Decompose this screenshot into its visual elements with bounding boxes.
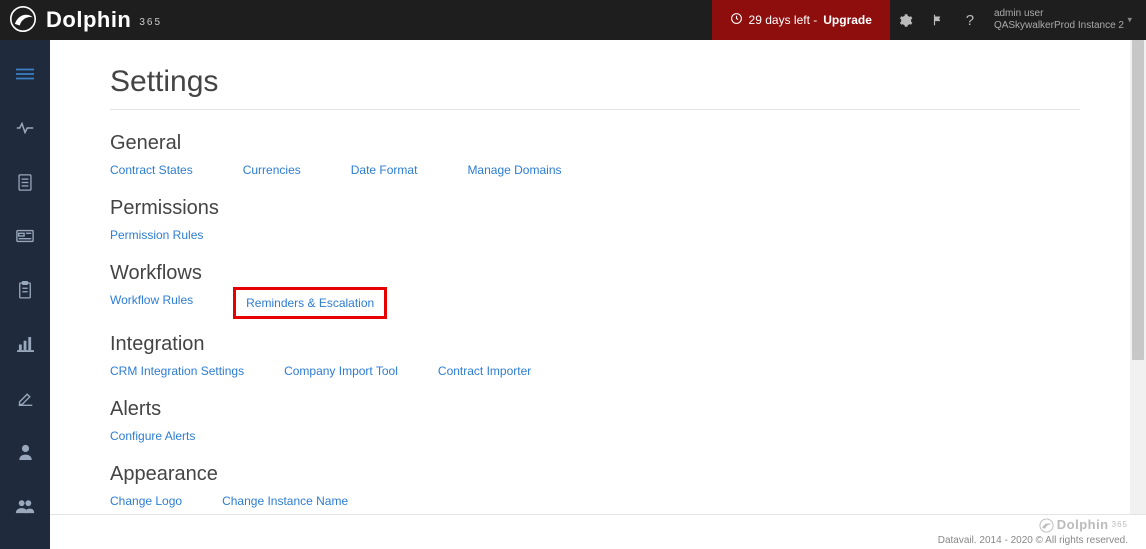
link-change-instance-name[interactable]: Change Instance Name: [222, 494, 348, 508]
link-configure-alerts[interactable]: Configure Alerts: [110, 429, 195, 443]
link-company-import-tool[interactable]: Company Import Tool: [284, 364, 398, 378]
user-name: admin user: [994, 8, 1124, 20]
page-title: Settings: [110, 65, 1080, 99]
link-contract-importer[interactable]: Contract Importer: [438, 364, 531, 378]
section-appearance: Appearance Change Logo Change Instance N…: [110, 463, 1080, 508]
nav-edit-icon[interactable]: [13, 386, 37, 410]
link-currencies[interactable]: Currencies: [243, 163, 301, 177]
brand-subtitle: 365: [139, 17, 162, 28]
section-alerts: Alerts Configure Alerts: [110, 398, 1080, 443]
nav-card-icon[interactable]: [13, 224, 37, 248]
section-workflows: Workflows Workflow Rules Reminders & Esc…: [110, 262, 1080, 313]
upgrade-link[interactable]: Upgrade: [823, 13, 872, 27]
brand: Dolphin 365: [10, 6, 162, 35]
footer: Dolphin 365 Datavail. 2014 - 2020 © All …: [50, 514, 1146, 549]
footer-brand-sub: 365: [1112, 520, 1128, 530]
dolphin-logo-icon: [10, 6, 36, 35]
footer-brand: Dolphin 365: [1039, 517, 1128, 534]
instance-name: QASkywalkerProd Instance 2: [994, 20, 1124, 32]
section-title-general: General: [110, 132, 1080, 155]
link-change-logo[interactable]: Change Logo: [110, 494, 182, 508]
left-sidebar: [0, 40, 50, 549]
link-reminders-escalation[interactable]: Reminders & Escalation: [246, 296, 374, 310]
link-permission-rules[interactable]: Permission Rules: [110, 228, 203, 242]
clock-icon: [730, 12, 743, 28]
section-title-alerts: Alerts: [110, 398, 1080, 421]
link-date-format[interactable]: Date Format: [351, 163, 418, 177]
section-title-workflows: Workflows: [110, 262, 1080, 285]
nav-user-icon[interactable]: [13, 440, 37, 464]
title-separator: [110, 109, 1080, 110]
link-crm-integration-settings[interactable]: CRM Integration Settings: [110, 364, 244, 378]
nav-document-icon[interactable]: [13, 170, 37, 194]
main-content: Settings General Contract States Currenc…: [50, 40, 1130, 514]
link-contract-states[interactable]: Contract States: [110, 163, 193, 177]
top-header: Dolphin 365 29 days left - Upgrade ? adm…: [0, 0, 1146, 40]
link-workflow-rules[interactable]: Workflow Rules: [110, 293, 193, 313]
help-icon[interactable]: ?: [954, 0, 986, 40]
nav-users-icon[interactable]: [13, 494, 37, 518]
nav-activity-icon[interactable]: [13, 116, 37, 140]
brand-name: Dolphin: [46, 9, 131, 31]
section-general: General Contract States Currencies Date …: [110, 132, 1080, 177]
section-title-integration: Integration: [110, 333, 1080, 356]
settings-gear-icon[interactable]: [890, 0, 922, 40]
user-menu[interactable]: admin user QASkywalkerProd Instance 2: [986, 0, 1136, 40]
scrollbar-track[interactable]: [1130, 40, 1146, 514]
nav-menu-icon[interactable]: [13, 62, 37, 86]
section-title-permissions: Permissions: [110, 197, 1080, 220]
header-right: 29 days left - Upgrade ? admin user QASk…: [712, 0, 1136, 40]
trial-upgrade-banner[interactable]: 29 days left - Upgrade: [712, 0, 890, 40]
footer-brand-name: Dolphin: [1057, 517, 1109, 534]
trial-days-text: 29 days left -: [749, 13, 818, 27]
nav-clipboard-icon[interactable]: [13, 278, 37, 302]
footer-copyright: Datavail. 2014 - 2020 © All rights reser…: [938, 534, 1128, 547]
section-permissions: Permissions Permission Rules: [110, 197, 1080, 242]
flag-icon[interactable]: [922, 0, 954, 40]
scrollbar-thumb[interactable]: [1132, 40, 1144, 360]
section-integration: Integration CRM Integration Settings Com…: [110, 333, 1080, 378]
section-title-appearance: Appearance: [110, 463, 1080, 486]
link-manage-domains[interactable]: Manage Domains: [467, 163, 561, 177]
highlight-reminders-escalation: Reminders & Escalation: [233, 287, 387, 319]
nav-chart-icon[interactable]: [13, 332, 37, 356]
